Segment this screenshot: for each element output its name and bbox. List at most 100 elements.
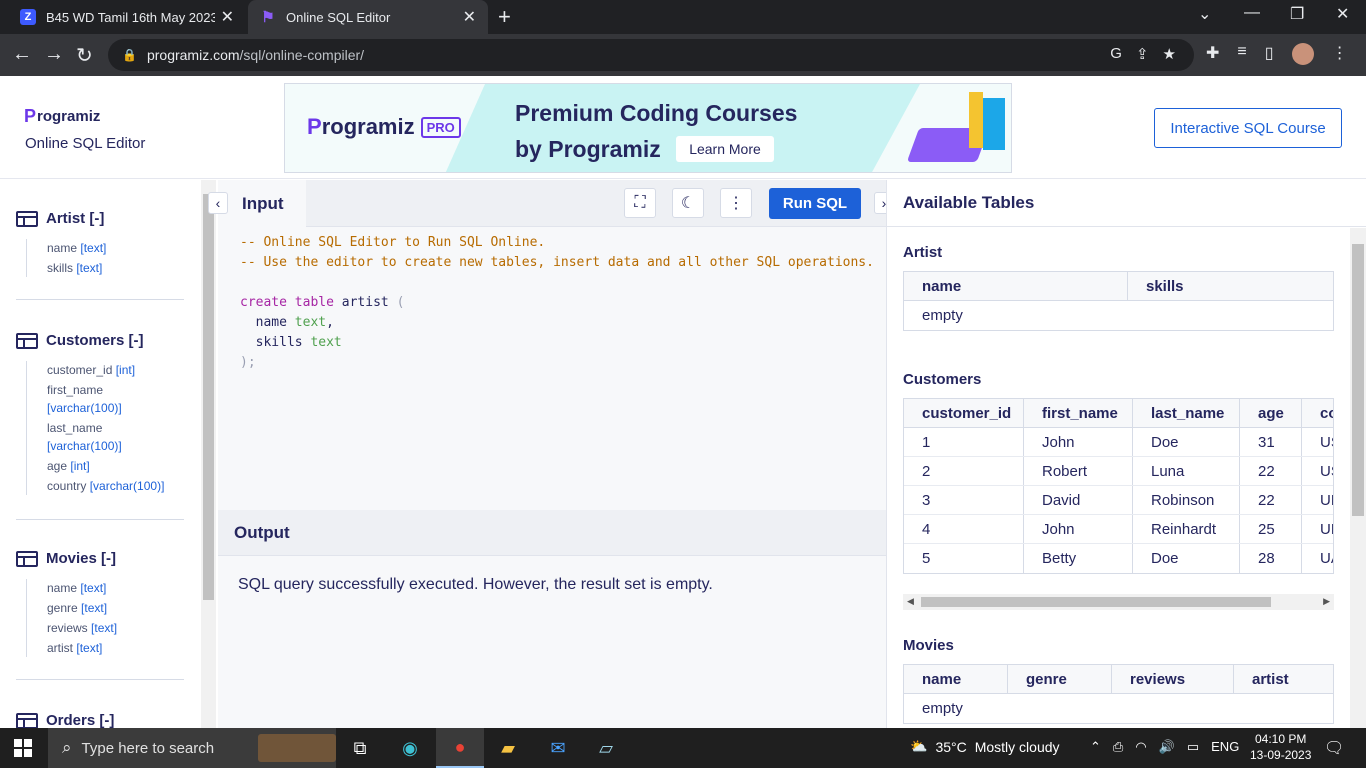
- programiz-logo[interactable]: Programiz: [24, 106, 100, 127]
- file-explorer-icon[interactable]: ▰: [494, 734, 522, 762]
- mail-icon[interactable]: ✉: [544, 734, 572, 762]
- pro-badge: PRO: [420, 116, 461, 138]
- sql-code-editor[interactable]: -- Online SQL Editor to Run SQL Online. …: [240, 233, 874, 373]
- wifi-icon[interactable]: ◠: [1135, 739, 1146, 755]
- notifications-icon[interactable]: 🗨: [1324, 738, 1344, 758]
- new-tab-icon[interactable]: +: [498, 4, 511, 30]
- run-sql-button[interactable]: Run SQL: [769, 188, 861, 219]
- share-icon[interactable]: ⇪: [1136, 45, 1149, 63]
- schema-title[interactable]: Orders [-]: [16, 712, 184, 728]
- search-icon: ⌕: [62, 738, 72, 757]
- minimize-icon[interactable]: —: [1244, 4, 1260, 22]
- collapse-sidebar-chevron-icon[interactable]: ‹: [208, 192, 228, 214]
- programiz-favicon-icon: ⚑: [261, 9, 275, 26]
- battery-icon[interactable]: ▭: [1187, 739, 1199, 755]
- zen-favicon-icon: Z: [20, 9, 36, 25]
- forward-icon[interactable]: →: [44, 43, 64, 66]
- notepad-icon[interactable]: ▱: [592, 734, 620, 762]
- more-options-icon[interactable]: ⋮: [720, 188, 752, 218]
- schema-title[interactable]: Movies [-]: [16, 550, 184, 567]
- schema-orders: Orders [-]: [16, 712, 184, 728]
- table-header-row: name skills: [904, 272, 1333, 301]
- reload-icon[interactable]: ↻: [76, 43, 93, 68]
- scrollbar-thumb[interactable]: [921, 597, 1271, 607]
- weather-widget[interactable]: ⛅ 35°C Mostly cloudy: [910, 738, 1060, 755]
- tab-search-chevron-icon[interactable]: ⌄: [1198, 4, 1211, 24]
- side-panel-icon[interactable]: ▯: [1265, 43, 1274, 65]
- table-icon: [16, 550, 38, 567]
- tab-title: Online SQL Editor: [286, 9, 391, 25]
- profile-avatar[interactable]: [1291, 43, 1314, 65]
- taskbar-clock[interactable]: 04:10 PM 13-09-2023: [1250, 731, 1311, 763]
- bookmark-star-icon[interactable]: ★: [1163, 45, 1176, 63]
- fullscreen-icon[interactable]: ⛶: [624, 188, 656, 218]
- site-header: Programiz Online SQL Editor Programiz PR…: [0, 76, 1366, 179]
- editor-header: Input ‹ ⛶ ☾ ⋮ Run SQL ›: [208, 180, 894, 228]
- schema-column: first_name [varchar(100)]: [47, 383, 122, 415]
- interactive-sql-course-button[interactable]: Interactive SQL Course: [1154, 108, 1342, 148]
- sidebar-scrollbar-thumb[interactable]: [203, 194, 214, 600]
- promo-banner[interactable]: Programiz PRO Premium Coding Courses by …: [284, 83, 1012, 173]
- close-tab-icon[interactable]: ✕: [221, 7, 234, 27]
- cloud-sun-icon: ⛅: [910, 738, 928, 754]
- dark-mode-moon-icon[interactable]: ☾: [672, 188, 704, 218]
- edge-icon[interactable]: ◉: [396, 734, 424, 762]
- address-bar[interactable]: 🔒 programiz.com /sql/online-compiler/ G …: [108, 39, 1194, 71]
- column-header: first_name: [1024, 399, 1133, 427]
- book-icon: [983, 98, 1005, 150]
- learn-more-button[interactable]: Learn More: [676, 136, 774, 162]
- chrome-icon[interactable]: ●: [436, 728, 484, 768]
- schema-title[interactable]: Customers [-]: [16, 332, 184, 349]
- scroll-left-icon[interactable]: ◀: [907, 596, 914, 607]
- schema-sidebar: Artist [-] name [text] skills [text] Cus…: [0, 180, 200, 728]
- meet-now-icon[interactable]: ⎙: [1113, 739, 1123, 755]
- browser-tab-sql-editor[interactable]: ⚑ Online SQL Editor ✕: [248, 0, 488, 34]
- restore-icon[interactable]: ❐: [1290, 4, 1304, 24]
- page-title: Online SQL Editor: [25, 135, 146, 152]
- table-icon: [16, 210, 38, 227]
- volume-icon[interactable]: 🔊: [1159, 739, 1175, 755]
- tables-panel-scrollbar-thumb[interactable]: [1352, 244, 1364, 516]
- close-tab-icon[interactable]: ✕: [463, 7, 476, 27]
- table-row: 3 David Robinson 22 UK: [904, 486, 1333, 515]
- menu-dots-icon[interactable]: ⋮: [1332, 43, 1348, 65]
- windows-taskbar: ⌕ Type here to search ⧉ ◉ ● ▰ ✉ ▱ ⛅ 35°C…: [0, 728, 1366, 768]
- schema-column: name [text]: [47, 241, 107, 255]
- schema-column: age [int]: [47, 459, 90, 473]
- table-row: 4 John Reinhardt 25 UK: [904, 515, 1333, 544]
- output-message: SQL query successfully executed. However…: [238, 576, 713, 593]
- back-icon[interactable]: ←: [12, 43, 32, 66]
- google-icon[interactable]: G: [1110, 45, 1122, 63]
- table-row: empty: [904, 694, 1333, 723]
- browser-toolbar: ← → ↻ 🔒 programiz.com /sql/online-compil…: [0, 34, 1366, 76]
- schema-movies: Movies [-] name [text] genre [text] revi…: [16, 550, 184, 659]
- schema-customers: Customers [-] customer_id [int] first_na…: [16, 332, 184, 497]
- language-indicator[interactable]: ENG: [1211, 739, 1239, 755]
- media-icon[interactable]: ≡: [1237, 43, 1246, 65]
- tab-input[interactable]: Input: [218, 180, 306, 228]
- extensions-icon[interactable]: ✚: [1206, 43, 1219, 65]
- schema-title[interactable]: Artist [-]: [16, 210, 184, 227]
- browser-tab-zen[interactable]: Z B45 WD Tamil 16th May 2023 @ ✕: [8, 0, 246, 34]
- divider: [16, 679, 184, 680]
- browser-tab-bar: Z B45 WD Tamil 16th May 2023 @ ✕ ⚑ Onlin…: [0, 0, 1366, 34]
- column-header: reviews: [1112, 665, 1234, 693]
- table-row: empty: [904, 301, 1333, 330]
- schema-artist: Artist [-] name [text] skills [text]: [16, 210, 184, 279]
- column-header: skills: [1146, 277, 1184, 295]
- url-host: programiz.com: [146, 47, 240, 63]
- banner-logo: Programiz PRO: [307, 114, 461, 140]
- scroll-right-icon[interactable]: ▶: [1323, 596, 1330, 607]
- table-icon: [16, 332, 38, 349]
- lock-icon: 🔒: [122, 48, 137, 62]
- customers-table-scrollbar[interactable]: ◀ ▶: [903, 594, 1334, 610]
- windows-start-icon[interactable]: [14, 739, 32, 757]
- column-header: name: [904, 665, 1008, 693]
- close-window-icon[interactable]: ✕: [1336, 4, 1349, 24]
- column-header: artist: [1252, 670, 1289, 688]
- chevron-up-icon[interactable]: ⌃: [1090, 739, 1101, 755]
- table-label-movies: Movies: [903, 637, 954, 654]
- task-view-icon[interactable]: ⧉: [346, 734, 374, 762]
- banner-headline: Premium Coding Courses: [515, 100, 798, 126]
- banner-subheadline: by Programiz: [515, 136, 661, 162]
